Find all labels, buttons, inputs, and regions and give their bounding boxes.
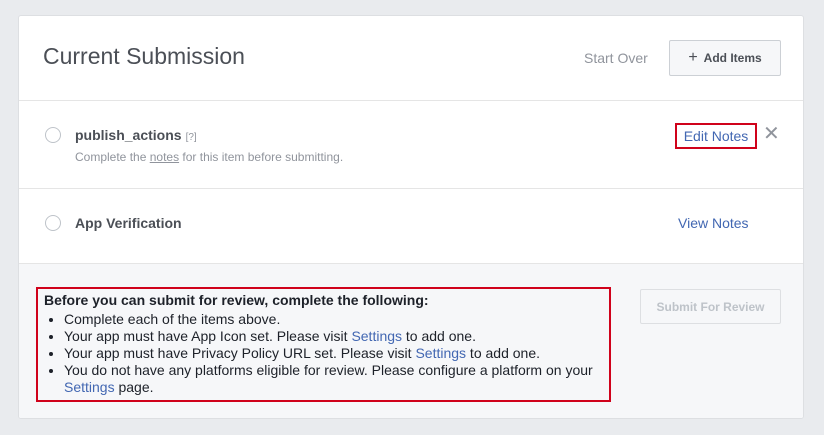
plus-icon: + bbox=[688, 49, 698, 66]
requirement-text: Complete each of the items above. bbox=[64, 311, 281, 327]
requirement-text-end: to add one. bbox=[466, 345, 540, 361]
requirement-text: You do not have any platforms eligible f… bbox=[64, 362, 593, 378]
submission-item: publish_actions [?] Complete the notes fo… bbox=[19, 101, 803, 189]
add-items-button[interactable]: + Add Items bbox=[669, 40, 781, 76]
submission-header: Current Submission Start Over + Add Item… bbox=[19, 16, 803, 101]
submission-item: App Verification View Notes bbox=[19, 189, 803, 264]
close-icon[interactable]: ✕ bbox=[763, 124, 780, 144]
requirement-item: Complete each of the items above. bbox=[64, 311, 603, 328]
page-title: Current Submission bbox=[43, 43, 245, 69]
settings-link[interactable]: Settings bbox=[351, 328, 402, 344]
requirements-title: Before you can submit for review, comple… bbox=[44, 292, 429, 308]
add-items-label: Add Items bbox=[703, 51, 762, 65]
item-radio[interactable] bbox=[45, 127, 61, 143]
requirement-text-end: page. bbox=[114, 379, 154, 395]
notes-link[interactable]: notes bbox=[150, 150, 179, 164]
requirement-item: Your app must have Privacy Policy URL se… bbox=[64, 345, 603, 362]
requirement-item: Your app must have App Icon set. Please … bbox=[64, 328, 603, 345]
item-title: App Verification bbox=[75, 215, 182, 231]
item-instruction: Complete the notes for this item before … bbox=[75, 150, 343, 164]
item-title-text: publish_actions bbox=[75, 127, 182, 143]
requirement-item: You do not have any platforms eligible f… bbox=[64, 362, 603, 396]
edit-notes-link[interactable]: Edit Notes bbox=[675, 123, 757, 149]
requirement-text-end: to add one. bbox=[402, 328, 476, 344]
requirement-text: Your app must have Privacy Policy URL se… bbox=[64, 345, 416, 361]
item-title: publish_actions [?] bbox=[75, 127, 197, 143]
settings-link[interactable]: Settings bbox=[64, 379, 115, 395]
submission-footer: Before you can submit for review, comple… bbox=[19, 264, 803, 418]
submission-card: Current Submission Start Over + Add Item… bbox=[18, 15, 804, 419]
requirements-box: Before you can submit for review, comple… bbox=[36, 287, 611, 402]
settings-link[interactable]: Settings bbox=[415, 345, 466, 361]
submit-for-review-button[interactable]: Submit For Review bbox=[640, 289, 781, 324]
item-radio[interactable] bbox=[45, 215, 61, 231]
instruction-text: Complete the bbox=[75, 150, 150, 164]
help-icon[interactable]: [?] bbox=[186, 132, 197, 143]
requirement-text: Your app must have App Icon set. Please … bbox=[64, 328, 352, 344]
requirements-list: Complete each of the items above. Your a… bbox=[44, 311, 603, 396]
view-notes-link[interactable]: View Notes bbox=[678, 215, 749, 231]
start-over-link[interactable]: Start Over bbox=[584, 50, 648, 66]
instruction-text-end: for this item before submitting. bbox=[179, 150, 344, 164]
